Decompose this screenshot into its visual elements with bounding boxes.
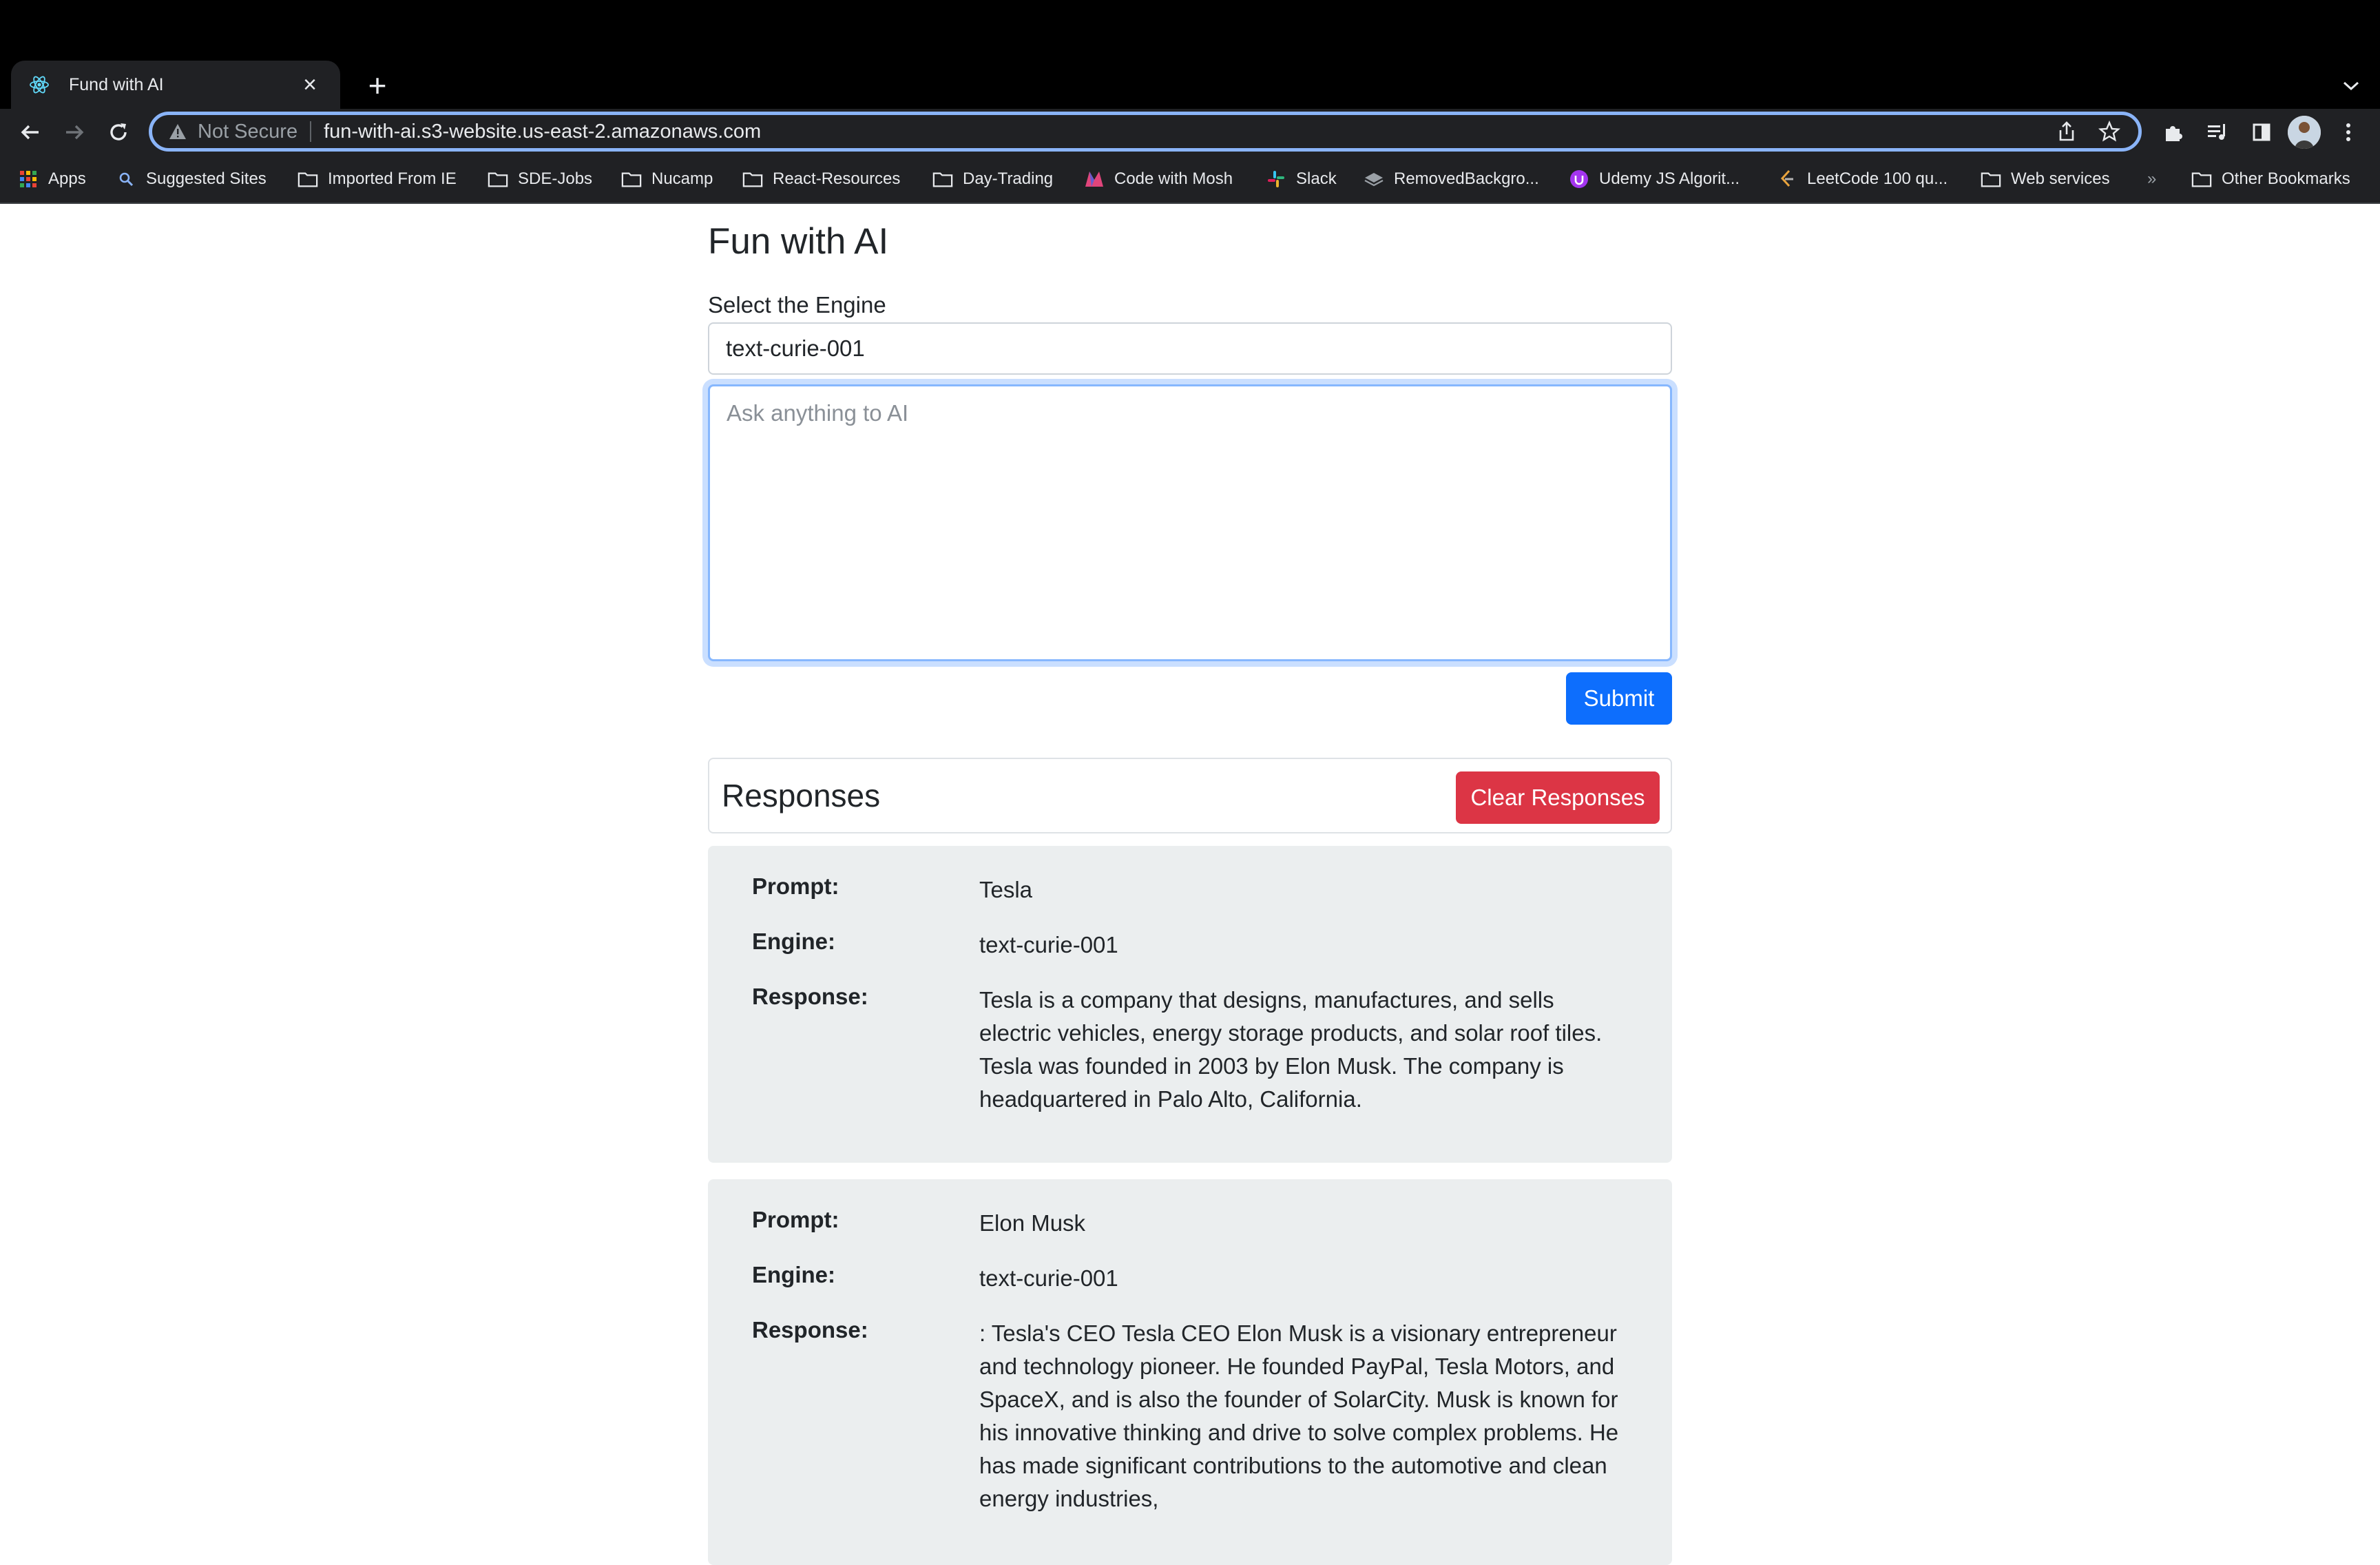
bookmark-apps[interactable]: Apps (18, 156, 86, 203)
layers-icon (1364, 169, 1384, 189)
browser-chrome: Fund with AI × + Not Secure fun-with-ai.… (0, 0, 2380, 204)
bookmark-slack[interactable]: Slack (1266, 156, 1337, 203)
udemy-logo-icon (1569, 169, 1589, 189)
responses-title: Responses (722, 778, 881, 813)
bookmark-react-resources[interactable]: React-Resources (742, 156, 900, 203)
side-panel-icon[interactable] (2245, 116, 2278, 149)
tab-strip: Fund with AI × + (0, 0, 2380, 109)
engine-label: Select the Engine (708, 292, 886, 318)
bookmark-label: Udemy JS Algorit... (1599, 169, 1740, 188)
bookmark-suggested-sites[interactable]: Suggested Sites (116, 156, 267, 203)
bookmark-sde-jobs[interactable]: SDE-Jobs (488, 156, 592, 203)
bookmark-label: LeetCode 100 qu... (1807, 169, 1948, 188)
response-label: Response: (752, 984, 868, 1009)
bookmark-label: RemovedBackgro... (1394, 169, 1539, 188)
response-label: Response: (752, 1317, 868, 1343)
prompt-label: Prompt: (752, 1207, 839, 1232)
media-queue-icon[interactable] (2201, 116, 2234, 149)
bookmark-label: React-Resources (773, 169, 901, 188)
engine-value: text-curie-001 (979, 932, 1118, 957)
warning-icon[interactable] (167, 121, 188, 142)
response-item: Prompt: Elon Musk Engine: text-curie-001… (708, 1179, 1672, 1565)
folder-icon (2191, 169, 2212, 189)
prompt-label: Prompt: (752, 873, 839, 899)
extensions-puzzle-icon[interactable] (2157, 116, 2190, 149)
browser-tab[interactable]: Fund with AI × (11, 61, 340, 109)
bookmark-label: Nucamp (651, 169, 713, 188)
bookmark-imported-from-ie[interactable]: Imported From IE (298, 156, 457, 203)
bookmarks-overflow-chevron[interactable]: » (2147, 156, 2156, 203)
divider (310, 121, 312, 142)
bookmark-label: Web services (2011, 169, 2110, 188)
folder-icon (1981, 169, 2001, 189)
clear-responses-button[interactable]: Clear Responses (1456, 771, 1660, 824)
bookmark-web-services[interactable]: Web services (1981, 156, 2110, 203)
folder-icon (488, 169, 508, 189)
page-title: Fun with AI (708, 221, 889, 262)
reload-icon[interactable] (102, 116, 135, 149)
browser-toolbar: Not Secure fun-with-ai.s3-website.us-eas… (0, 109, 2380, 156)
bookmark-star-icon[interactable] (2096, 118, 2123, 145)
bookmark-label: Suggested Sites (146, 169, 267, 188)
profile-avatar[interactable] (2288, 116, 2321, 149)
folder-icon (621, 169, 642, 189)
bookmarks-bar: Apps Suggested Sites Imported From IE SD… (0, 156, 2380, 204)
prompt-value: Tesla (979, 877, 1033, 902)
share-icon[interactable] (2053, 118, 2080, 145)
url-text[interactable]: fun-with-ai.s3-website.us-east-2.amazona… (324, 121, 2053, 143)
react-logo-icon (28, 73, 51, 96)
back-arrow-icon[interactable] (14, 116, 47, 149)
tab-title: Fund with AI (69, 74, 164, 94)
bookmark-leetcode[interactable]: LeetCode 100 qu... (1777, 156, 1948, 203)
browser-menu-icon[interactable] (2332, 116, 2365, 149)
engine-row-label: Engine: (752, 1262, 835, 1287)
engine-value: text-curie-001 (979, 1265, 1118, 1291)
search-icon (116, 169, 136, 189)
bookmark-label: Code with Mosh (1114, 169, 1233, 188)
response-text: : Tesla's CEO Tesla CEO Elon Musk is a v… (979, 1320, 1619, 1511)
close-tab-icon[interactable]: × (296, 72, 324, 99)
engine-selected-value: text-curie-001 (726, 335, 865, 361)
folder-icon (742, 169, 763, 189)
bookmark-label: Day-Trading (963, 169, 1054, 188)
bookmark-label: Apps (48, 169, 86, 188)
security-status[interactable]: Not Secure (198, 121, 298, 143)
response-text: Tesla is a company that designs, manufac… (979, 987, 1603, 1112)
bookmark-removed-background[interactable]: RemovedBackgro... (1364, 156, 1539, 203)
leetcode-logo-icon (1777, 169, 1797, 189)
bookmark-label: Slack (1296, 169, 1337, 188)
submit-button[interactable]: Submit (1566, 672, 1672, 725)
apps-grid-icon (18, 169, 39, 189)
mosh-logo-icon (1084, 169, 1105, 189)
address-bar[interactable]: Not Secure fun-with-ai.s3-website.us-eas… (149, 112, 2142, 152)
engine-select[interactable]: text-curie-001 (708, 322, 1672, 375)
new-tab-button[interactable]: + (358, 66, 397, 105)
forward-arrow-icon[interactable] (58, 116, 91, 149)
prompt-textarea[interactable] (708, 384, 1672, 661)
prompt-value: Elon Musk (979, 1210, 1086, 1236)
engine-row-label: Engine: (752, 929, 835, 954)
folder-icon (298, 169, 318, 189)
slack-logo-icon (1266, 169, 1286, 189)
bookmark-udemy-js[interactable]: Udemy JS Algorit... (1569, 156, 1740, 203)
bookmark-code-with-mosh[interactable]: Code with Mosh (1084, 156, 1233, 203)
bookmark-label: Other Bookmarks (2222, 169, 2350, 188)
tab-search-chevron-icon[interactable] (2337, 69, 2365, 103)
bookmark-day-trading[interactable]: Day-Trading (932, 156, 1053, 203)
bookmark-nucamp[interactable]: Nucamp (621, 156, 713, 203)
bookmark-label: Imported From IE (328, 169, 457, 188)
response-item: Prompt: Tesla Engine: text-curie-001 Res… (708, 846, 1672, 1163)
bookmark-label: SDE-Jobs (518, 169, 593, 188)
bookmark-other-bookmarks[interactable]: Other Bookmarks (2191, 156, 2350, 203)
folder-icon (932, 169, 953, 189)
responses-header-card: Responses Clear Responses (708, 758, 1672, 833)
